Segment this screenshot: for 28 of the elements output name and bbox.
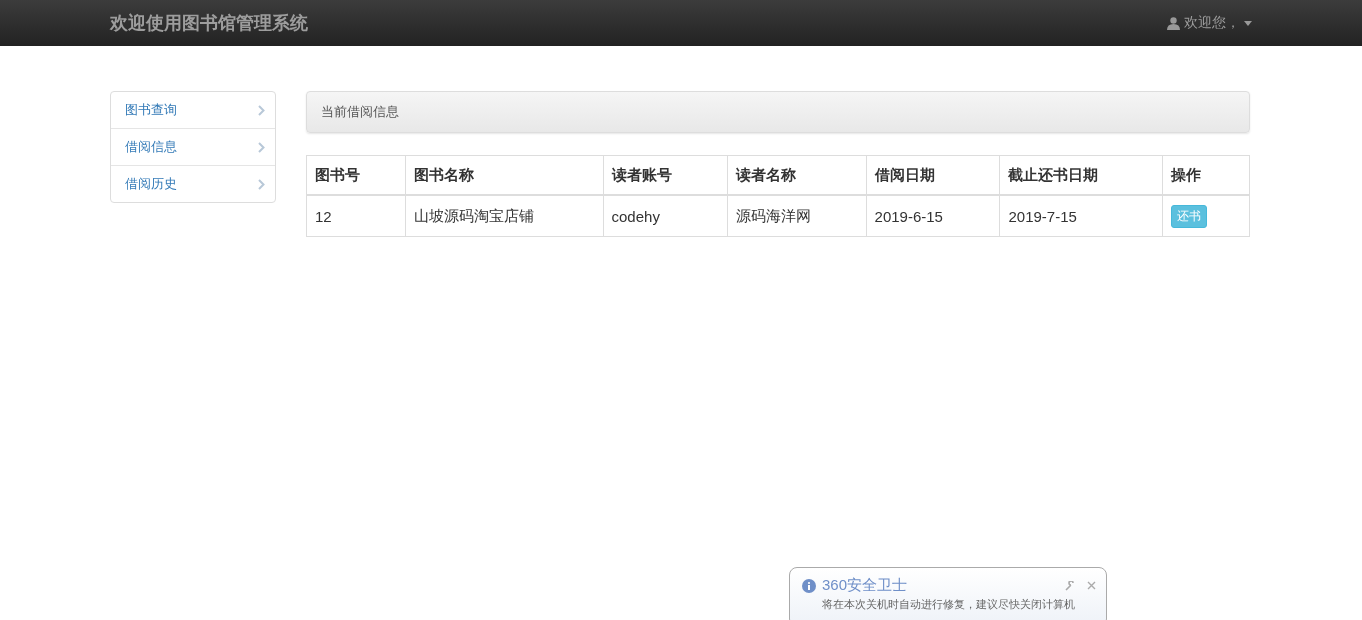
user-menu[interactable]: 欢迎您， [1167,14,1252,32]
table-cell: 2019-6-15 [866,195,1000,237]
user-icon [1167,16,1180,30]
column-header: 图书名称 [405,155,603,195]
column-header: 操作 [1162,155,1250,195]
column-header: 截止还书日期 [999,155,1163,195]
panel-title: 当前借阅信息 [321,103,399,121]
column-header: 图书号 [306,155,406,195]
column-header: 借阅日期 [866,155,1000,195]
chevron-right-icon [258,178,265,190]
notification-title: 360安全卫士 [822,576,909,595]
table-cell: codehy [603,195,728,237]
info-icon [802,578,816,593]
caret-icon [1244,20,1252,26]
sidebar-item[interactable]: 图书查询 [111,92,275,128]
notification-message: 将在本次关机时自动进行修复，建议尽快关闭计算机 [821,597,1076,612]
table-cell: 源码海洋网 [727,195,867,237]
chevron-right-icon [258,141,265,153]
sidebar-item[interactable]: 借阅历史 [111,165,275,202]
brand-title[interactable]: 欢迎使用图书馆管理系统 [110,11,308,35]
sidebar-item[interactable]: 借阅信息 [111,128,275,165]
table-cell: 2019-7-15 [999,195,1163,237]
table-cell: 12 [306,195,406,237]
chevron-right-icon [258,104,265,116]
column-header: 读者名称 [727,155,867,195]
column-header: 读者账号 [603,155,728,195]
close-icon[interactable] [1087,581,1096,590]
table-cell: 山坡源码淘宝店铺 [405,195,603,237]
